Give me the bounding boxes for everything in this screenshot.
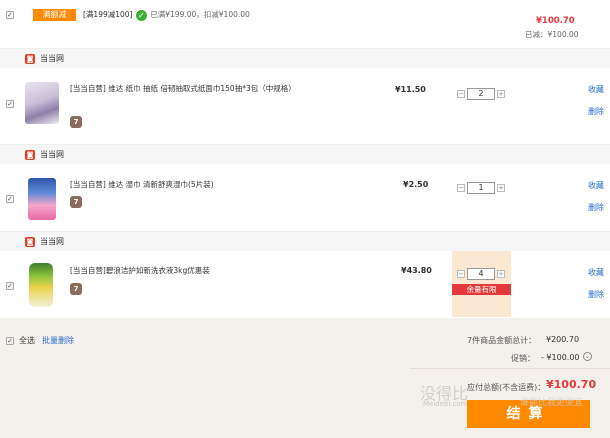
- shop-name[interactable]: 当当网: [40, 149, 64, 161]
- promo-checkbox[interactable]: [6, 11, 14, 19]
- item-price: ¥2.50: [403, 180, 429, 189]
- return-badge: 7: [70, 283, 82, 295]
- quantity-stepper: − 4 +: [457, 268, 507, 280]
- total-label: 7件商品金额总计：: [467, 336, 537, 345]
- store-icon: ◙: [25, 150, 35, 160]
- item-title[interactable]: [当当自营]碧浪洁护如新洗衣液3kg优惠装: [70, 264, 300, 277]
- stock-warning: 余量有限: [452, 284, 511, 295]
- shop-header: ◙ 当当网: [0, 48, 610, 68]
- select-all-checkbox[interactable]: [6, 337, 14, 345]
- total-value: ¥200.70: [546, 335, 580, 344]
- promo-saved: 已减：¥100.00: [525, 30, 579, 39]
- return-badge: 7: [70, 116, 82, 128]
- promo-total: ¥100.70: [536, 16, 575, 26]
- item-price: ¥43.80: [401, 266, 432, 275]
- shop-name[interactable]: 当当网: [40, 53, 64, 65]
- quantity-input[interactable]: 4: [467, 268, 495, 280]
- batch-delete-link[interactable]: 批量删除: [42, 335, 74, 346]
- item-checkbox[interactable]: [6, 282, 14, 290]
- quantity-stepper: − 1 +: [457, 182, 507, 194]
- watermark-slogan: 谁能比我更便宜: [520, 398, 584, 408]
- item-title[interactable]: [当当自营] 维达 纸巾 抽纸 倍韧抽取式纸面巾150抽*3包（中规格）: [70, 82, 300, 95]
- plus-icon[interactable]: +: [497, 184, 505, 192]
- product-image[interactable]: [28, 178, 56, 220]
- chevron-down-icon[interactable]: ⌄: [583, 352, 592, 361]
- payable-label: 应付总额(不含运费)：: [467, 383, 546, 392]
- promo-section: 满额减 [满199减100] ✓ 已满¥199.00，扣减¥100.00 ¥10…: [0, 0, 610, 47]
- promo-description: [满199减100] ✓ 已满¥199.00，扣减¥100.00: [83, 9, 250, 21]
- product-image[interactable]: [25, 82, 59, 124]
- cart-item: [当当自营] 维达 纸巾 抽纸 倍韧抽取式纸面巾150抽*3包（中规格） 7 ¥…: [0, 68, 610, 142]
- item-checkbox[interactable]: [6, 195, 14, 203]
- plus-icon[interactable]: +: [497, 270, 505, 278]
- delete-link[interactable]: 删除: [588, 202, 604, 213]
- quantity-input[interactable]: 1: [467, 182, 495, 194]
- check-circle-icon: ✓: [135, 9, 147, 21]
- promo-status: 已满¥199.00，扣减¥100.00: [150, 10, 250, 19]
- delete-link[interactable]: 删除: [588, 106, 604, 117]
- minus-icon[interactable]: −: [457, 270, 465, 278]
- watermark-site: Meidebi.com: [423, 400, 468, 408]
- item-title[interactable]: [当当自营] 维达 湿巾 清新舒爽湿巾(5片装): [70, 178, 300, 191]
- quantity-stepper: − 2 +: [457, 88, 507, 100]
- collect-link[interactable]: 收藏: [588, 180, 604, 191]
- payable-value: ¥100.70: [546, 378, 597, 391]
- return-badge: 7: [70, 196, 82, 208]
- store-icon: ◙: [25, 237, 35, 247]
- plus-icon[interactable]: +: [497, 90, 505, 98]
- discount-value: - ¥100.00: [541, 353, 580, 362]
- cart-item: [当当自营] 维达 湿巾 清新舒爽湿巾(5片装) 7 ¥2.50 − 1 + 收…: [0, 164, 610, 228]
- minus-icon[interactable]: −: [457, 184, 465, 192]
- footer-divider: [410, 368, 610, 369]
- shop-header: ◙ 当当网: [0, 144, 610, 164]
- item-price: ¥11.50: [395, 85, 426, 94]
- product-image[interactable]: [29, 263, 53, 307]
- promo-rule: [满199减100]: [83, 10, 133, 19]
- shop-header: ◙ 当当网: [0, 231, 610, 251]
- cart-item: [当当自营]碧浪洁护如新洗衣液3kg优惠装 7 ¥43.80 − 4 + 余量有…: [0, 251, 610, 317]
- minus-icon[interactable]: −: [457, 90, 465, 98]
- delete-link[interactable]: 删除: [588, 289, 604, 300]
- discount-label: 促销：: [511, 354, 535, 363]
- store-icon: ◙: [25, 54, 35, 64]
- item-checkbox[interactable]: [6, 100, 14, 108]
- quantity-input[interactable]: 2: [467, 88, 495, 100]
- collect-link[interactable]: 收藏: [588, 267, 604, 278]
- promo-tag: 满额减: [33, 9, 76, 21]
- select-all-label[interactable]: 全选: [19, 335, 35, 346]
- shop-name[interactable]: 当当网: [40, 236, 64, 248]
- collect-link[interactable]: 收藏: [588, 84, 604, 95]
